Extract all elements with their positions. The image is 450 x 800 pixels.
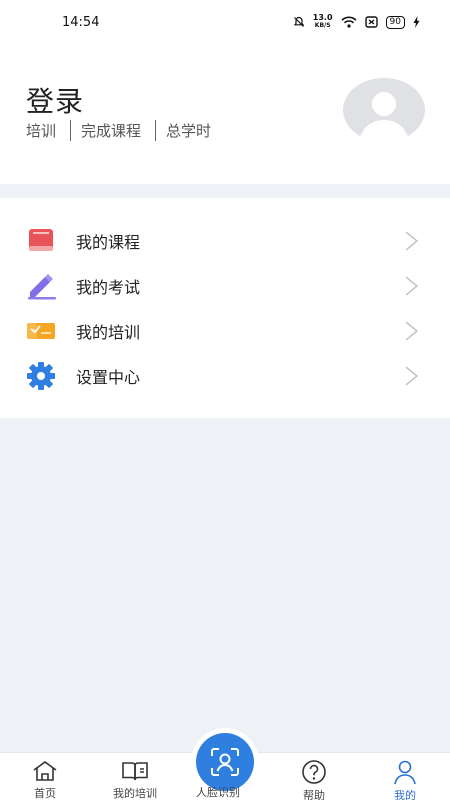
stat-total-hours: 总学时 — [155, 120, 225, 141]
tab-label: 我的培训 — [113, 787, 157, 800]
avatar[interactable] — [343, 78, 425, 142]
network-speed: 13.0 KB/S — [313, 14, 333, 30]
chevron-right-icon — [405, 276, 419, 296]
menu-label: 我的考试 — [76, 278, 141, 297]
no-sim-icon — [364, 16, 378, 28]
face-scan-icon — [196, 733, 254, 791]
charging-icon — [413, 16, 420, 28]
profile-header: 登录 培训 完成课程 总学时 — [0, 44, 450, 184]
chevron-right-icon — [405, 321, 419, 341]
tab-me[interactable]: 我的 — [380, 753, 430, 800]
face-recognition-label: 人脸识别 — [196, 786, 240, 799]
home-icon — [32, 759, 58, 783]
menu-item-settings[interactable]: 设置中心 — [0, 354, 450, 398]
status-bar: 14:54 13.0 KB/S 90 — [0, 0, 450, 44]
tab-label: 我的 — [394, 789, 416, 800]
menu-label: 设置中心 — [76, 368, 141, 387]
battery-indicator: 90 — [385, 15, 405, 29]
net-speed-value: 13.0 — [312, 13, 333, 22]
net-speed-unit: KB/S — [314, 22, 331, 29]
help-icon — [301, 759, 327, 785]
status-time: 14:54 — [62, 14, 100, 30]
book-icon — [24, 226, 58, 256]
gear-icon — [24, 361, 58, 391]
tab-my-training[interactable]: 我的培训 — [104, 753, 166, 800]
training-icon — [24, 316, 58, 346]
mute-bell-icon — [293, 16, 305, 27]
menu-item-my-courses[interactable]: 我的课程 — [0, 219, 450, 263]
status-icons: 13.0 KB/S 90 — [293, 14, 420, 30]
stat-training: 培训 — [26, 122, 57, 140]
login-link[interactable]: 登录 — [26, 80, 84, 120]
person-icon — [392, 759, 418, 785]
stat-completed-courses: 完成课程 — [70, 120, 155, 141]
wifi-icon — [340, 16, 357, 28]
menu-item-my-exams[interactable]: 我的考试 — [0, 264, 450, 308]
chevron-right-icon — [405, 366, 419, 386]
tab-label: 首页 — [34, 787, 56, 800]
menu-item-my-training[interactable]: 我的培训 — [0, 309, 450, 353]
tab-help[interactable]: 帮助 — [288, 753, 340, 800]
user-avatar-icon — [359, 92, 409, 142]
open-book-icon — [121, 759, 149, 783]
chevron-right-icon — [405, 231, 419, 251]
menu-list: 我的课程 我的考试 我的培训 设置中心 — [0, 198, 450, 418]
menu-label: 我的培训 — [76, 323, 141, 342]
pencil-icon — [24, 271, 58, 301]
profile-stats: 培训 完成课程 总学时 — [26, 120, 225, 141]
tab-label: 帮助 — [303, 789, 325, 800]
tab-home[interactable]: 首页 — [24, 753, 66, 800]
menu-label: 我的课程 — [76, 233, 141, 252]
